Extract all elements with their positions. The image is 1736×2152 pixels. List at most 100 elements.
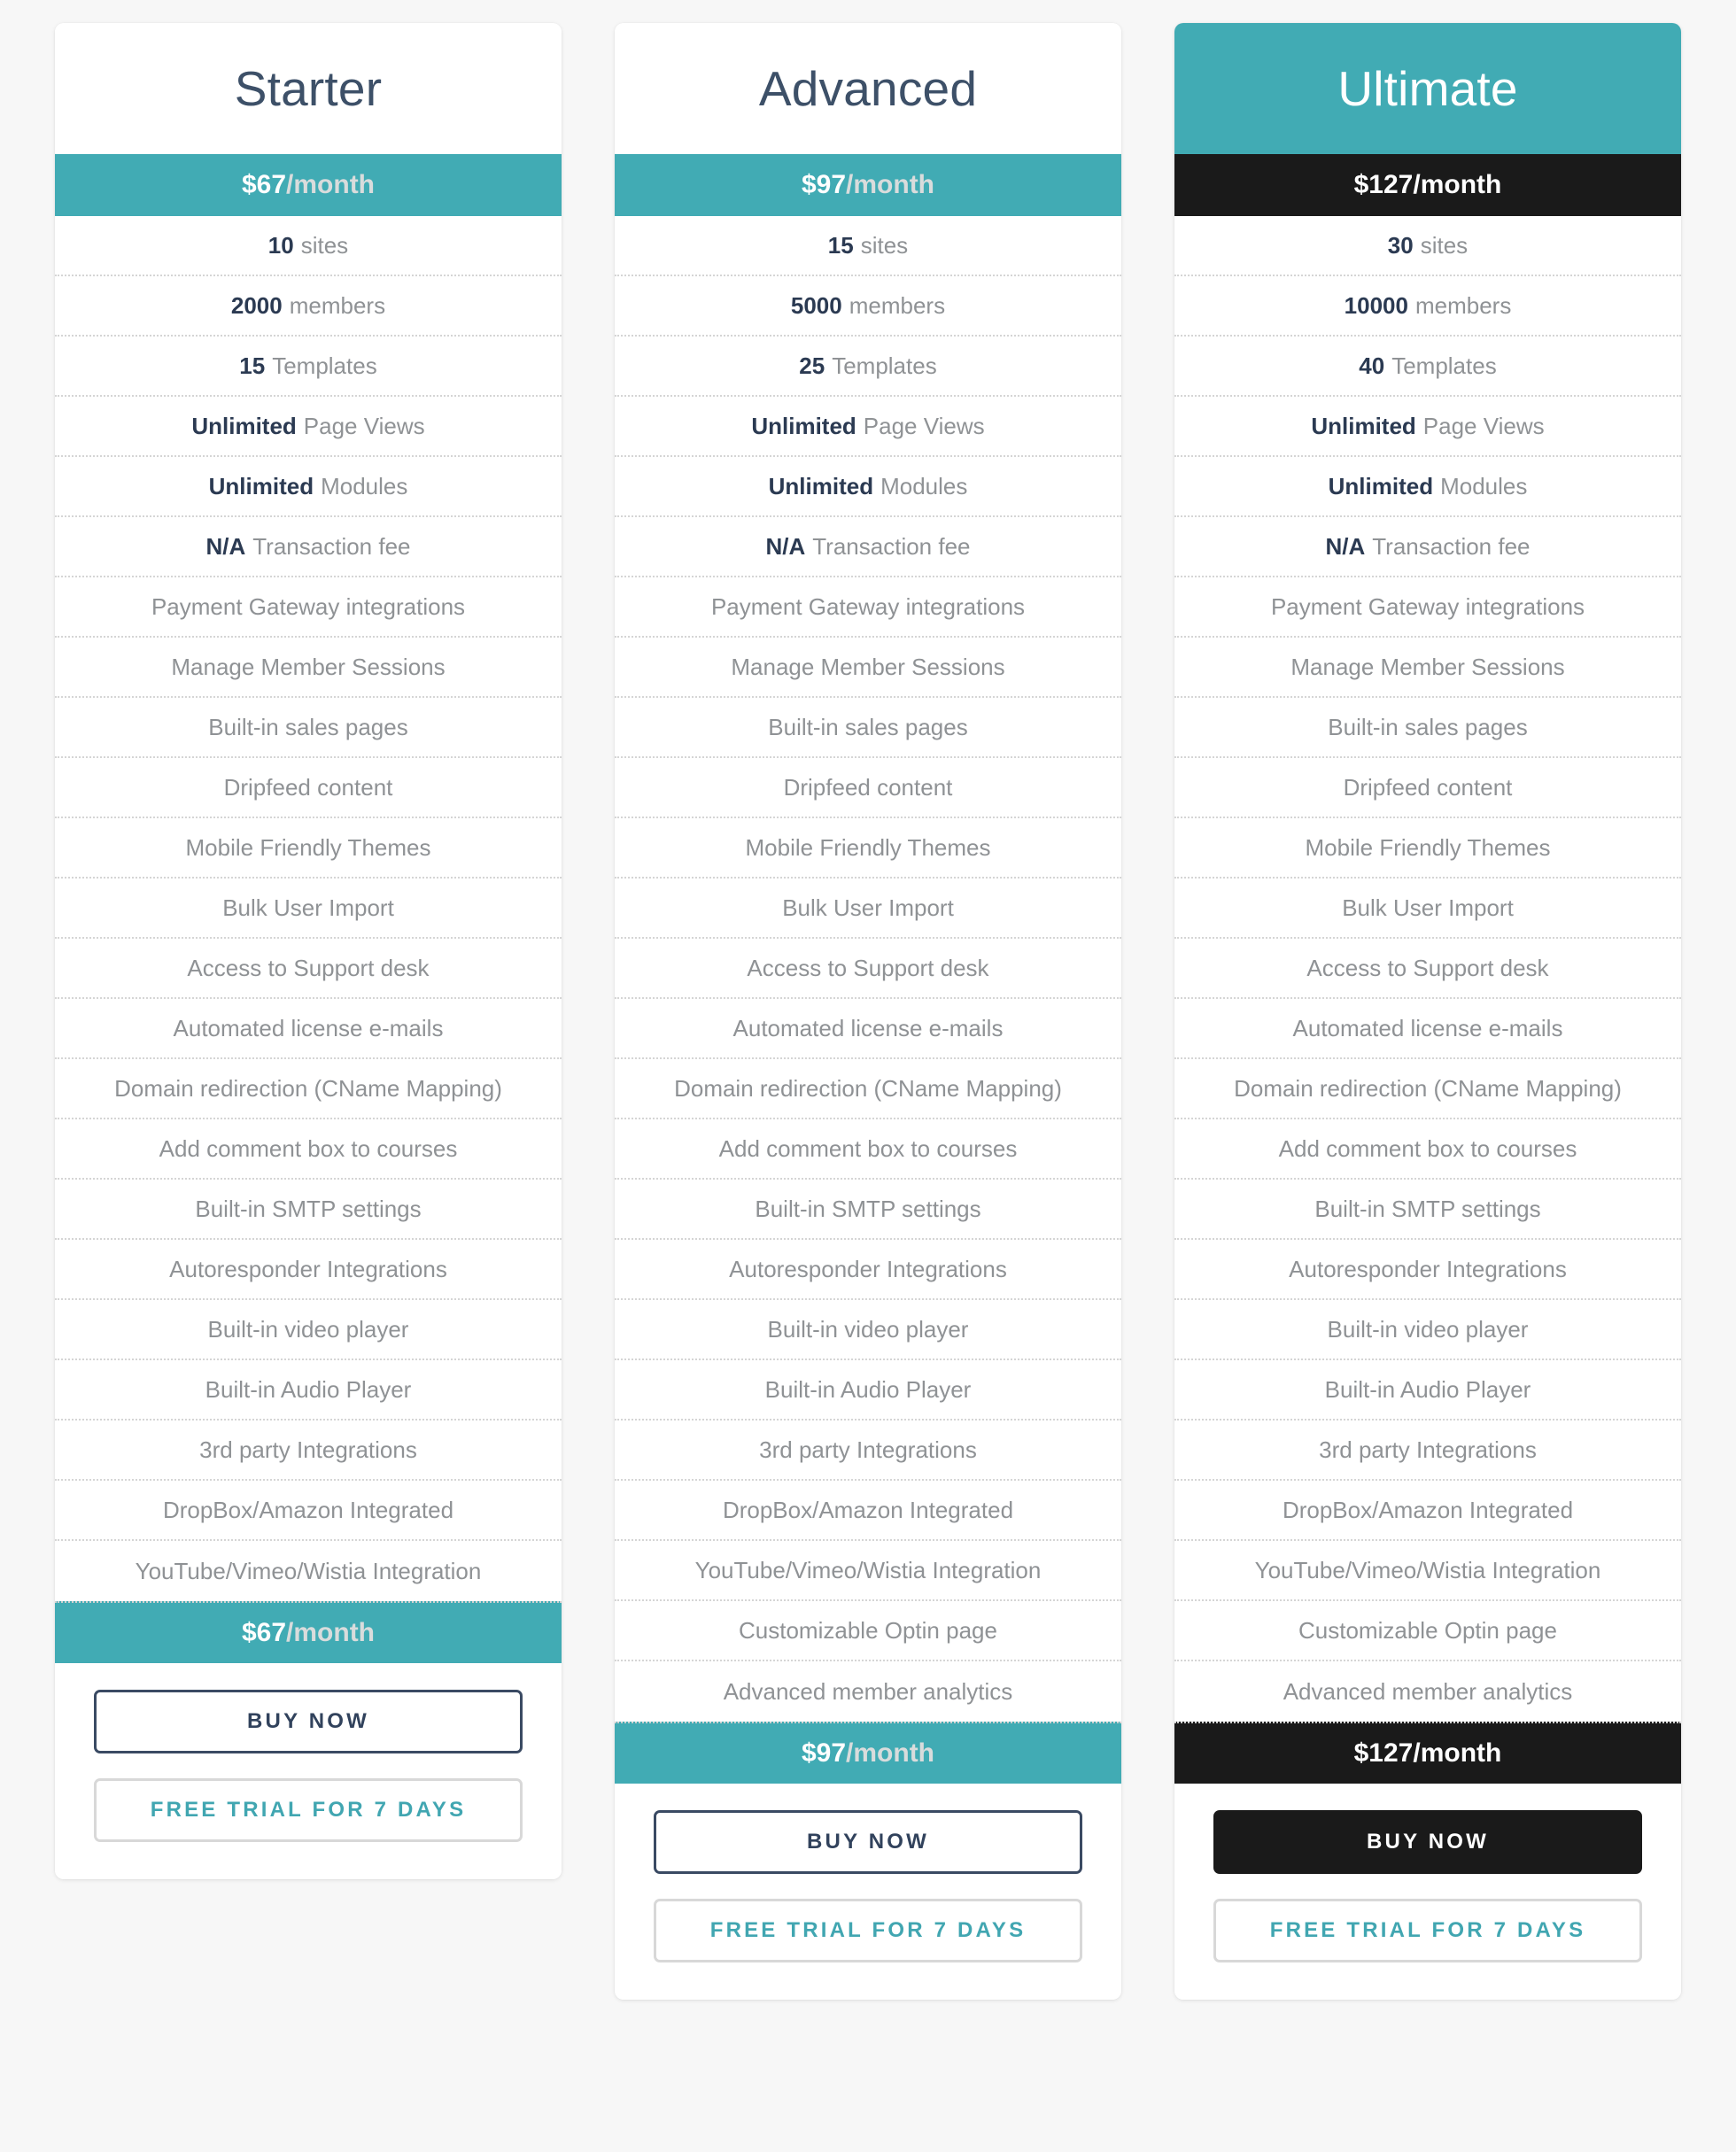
feature-label: Manage Member Sessions: [171, 653, 446, 680]
feature-label: members: [1414, 291, 1512, 319]
feature-row: Built-in sales pages: [615, 698, 1121, 758]
feature-label: Templates: [832, 352, 937, 379]
feature-row: Advanced member analytics: [615, 1661, 1121, 1722]
feature-row: Dripfeed content: [615, 758, 1121, 818]
feature-row: Unlimited Modules: [615, 457, 1121, 517]
feature-label: Add comment box to courses: [1278, 1134, 1577, 1162]
feature-label: sites: [1420, 231, 1469, 259]
feature-row: 15 Templates: [55, 337, 562, 397]
plan-price-amount: $97: [801, 1738, 847, 1768]
feature-row: Mobile Friendly Themes: [55, 818, 562, 879]
feature-label: Customizable Optin page: [739, 1616, 997, 1644]
plan-price-amount: $67: [241, 170, 287, 199]
feature-row: Manage Member Sessions: [1174, 638, 1681, 698]
feature-value: Unlimited: [751, 412, 856, 439]
feature-row: Domain redirection (CName Mapping): [615, 1059, 1121, 1119]
feature-row: Dripfeed content: [1174, 758, 1681, 818]
feature-row: Mobile Friendly Themes: [615, 818, 1121, 879]
feature-label: Domain redirection (CName Mapping): [114, 1074, 502, 1102]
plan-price-period: /month: [1413, 1738, 1502, 1768]
feature-label: Payment Gateway integrations: [1270, 592, 1585, 620]
plan-price-band-bottom: $127/month: [1174, 1722, 1681, 1784]
buy-now-button[interactable]: BUY NOW: [94, 1690, 523, 1753]
feature-row: Domain redirection (CName Mapping): [55, 1059, 562, 1119]
feature-list: 10 sites 2000 members 15 Templates Unlimited Pa…: [55, 216, 562, 1601]
feature-label: Transaction fee: [1372, 532, 1531, 560]
plan-title: Starter: [234, 61, 383, 116]
buy-now-button[interactable]: BUY NOW: [654, 1810, 1082, 1874]
feature-label: Built-in video player: [207, 1315, 409, 1343]
feature-label: Page Views: [303, 412, 425, 439]
plan-actions: BUY NOW FREE TRIAL FOR 7 DAYS: [55, 1663, 562, 1879]
feature-label: Built-in SMTP settings: [755, 1195, 981, 1222]
plan-price-amount: $127: [1353, 1738, 1414, 1768]
feature-row: Add comment box to courses: [615, 1119, 1121, 1180]
plan-price-amount: $97: [801, 170, 847, 199]
feature-label: DropBox/Amazon Integrated: [162, 1496, 454, 1523]
feature-row: N/A Transaction fee: [55, 517, 562, 577]
feature-row: Add comment box to courses: [55, 1119, 562, 1180]
feature-label: Payment Gateway integrations: [151, 592, 466, 620]
feature-row: Automated license e-mails: [1174, 999, 1681, 1059]
feature-row: Customizable Optin page: [615, 1601, 1121, 1661]
free-trial-button[interactable]: FREE TRIAL FOR 7 DAYS: [94, 1778, 523, 1842]
free-trial-button[interactable]: FREE TRIAL FOR 7 DAYS: [654, 1899, 1082, 1962]
feature-label: 3rd party Integrations: [1319, 1436, 1537, 1463]
feature-label: Page Views: [863, 412, 985, 439]
feature-value: 15: [827, 231, 854, 259]
feature-row: Payment Gateway integrations: [55, 577, 562, 638]
feature-label: Transaction fee: [812, 532, 971, 560]
feature-row: Bulk User Import: [1174, 879, 1681, 939]
feature-label: Built-in SMTP settings: [195, 1195, 422, 1222]
feature-row: Built-in SMTP settings: [1174, 1180, 1681, 1240]
feature-row: Payment Gateway integrations: [1174, 577, 1681, 638]
feature-value: 15: [239, 352, 266, 379]
feature-value: 30: [1387, 231, 1414, 259]
feature-row: Domain redirection (CName Mapping): [1174, 1059, 1681, 1119]
feature-label: Autoresponder Integrations: [1289, 1255, 1567, 1282]
feature-label: Manage Member Sessions: [1290, 653, 1565, 680]
plan-header: Ultimate: [1174, 23, 1681, 154]
feature-label: members: [849, 291, 946, 319]
feature-label: Built-in video player: [1327, 1315, 1529, 1343]
plan-price-amount: $127: [1353, 170, 1414, 199]
feature-label: DropBox/Amazon Integrated: [1282, 1496, 1574, 1523]
feature-row: Automated license e-mails: [615, 999, 1121, 1059]
feature-row: DropBox/Amazon Integrated: [615, 1481, 1121, 1541]
feature-row: 5000 members: [615, 276, 1121, 337]
feature-label: Built-in SMTP settings: [1314, 1195, 1541, 1222]
feature-row: 10000 members: [1174, 276, 1681, 337]
plan-price-period: /month: [286, 170, 376, 199]
feature-label: Built-in Audio Player: [764, 1375, 972, 1403]
feature-label: Built-in sales pages: [768, 713, 968, 740]
plan-price-period: /month: [286, 1618, 376, 1647]
feature-label: Mobile Friendly Themes: [745, 833, 991, 861]
feature-row: Built-in sales pages: [1174, 698, 1681, 758]
feature-value: 10000: [1344, 291, 1408, 319]
buy-now-button[interactable]: BUY NOW: [1213, 1810, 1642, 1874]
feature-label: Domain redirection (CName Mapping): [674, 1074, 1062, 1102]
feature-label: Dripfeed content: [1343, 773, 1513, 801]
feature-row: Mobile Friendly Themes: [1174, 818, 1681, 879]
plan-price-band-top: $97/month: [615, 154, 1121, 216]
feature-row: Access to Support desk: [1174, 939, 1681, 999]
plan-header: Advanced: [615, 23, 1121, 154]
feature-label: Mobile Friendly Themes: [185, 833, 431, 861]
feature-value: Unlimited: [1311, 412, 1416, 439]
feature-row: Unlimited Modules: [1174, 457, 1681, 517]
feature-value: N/A: [1325, 532, 1366, 560]
feature-label: members: [289, 291, 386, 319]
feature-label: Advanced member analytics: [723, 1677, 1013, 1705]
feature-label: Dripfeed content: [223, 773, 393, 801]
feature-row: 3rd party Integrations: [1174, 1420, 1681, 1481]
feature-list: 30 sites 10000 members 40 Templates Unlimited P…: [1174, 216, 1681, 1722]
feature-label: Page Views: [1422, 412, 1545, 439]
feature-label: Templates: [272, 352, 377, 379]
feature-label: Autoresponder Integrations: [729, 1255, 1007, 1282]
feature-label: Add comment box to courses: [718, 1134, 1018, 1162]
feature-value: 25: [799, 352, 825, 379]
free-trial-button[interactable]: FREE TRIAL FOR 7 DAYS: [1213, 1899, 1642, 1962]
feature-row: Manage Member Sessions: [55, 638, 562, 698]
feature-row: Payment Gateway integrations: [615, 577, 1121, 638]
feature-label: Bulk User Import: [1342, 894, 1514, 921]
